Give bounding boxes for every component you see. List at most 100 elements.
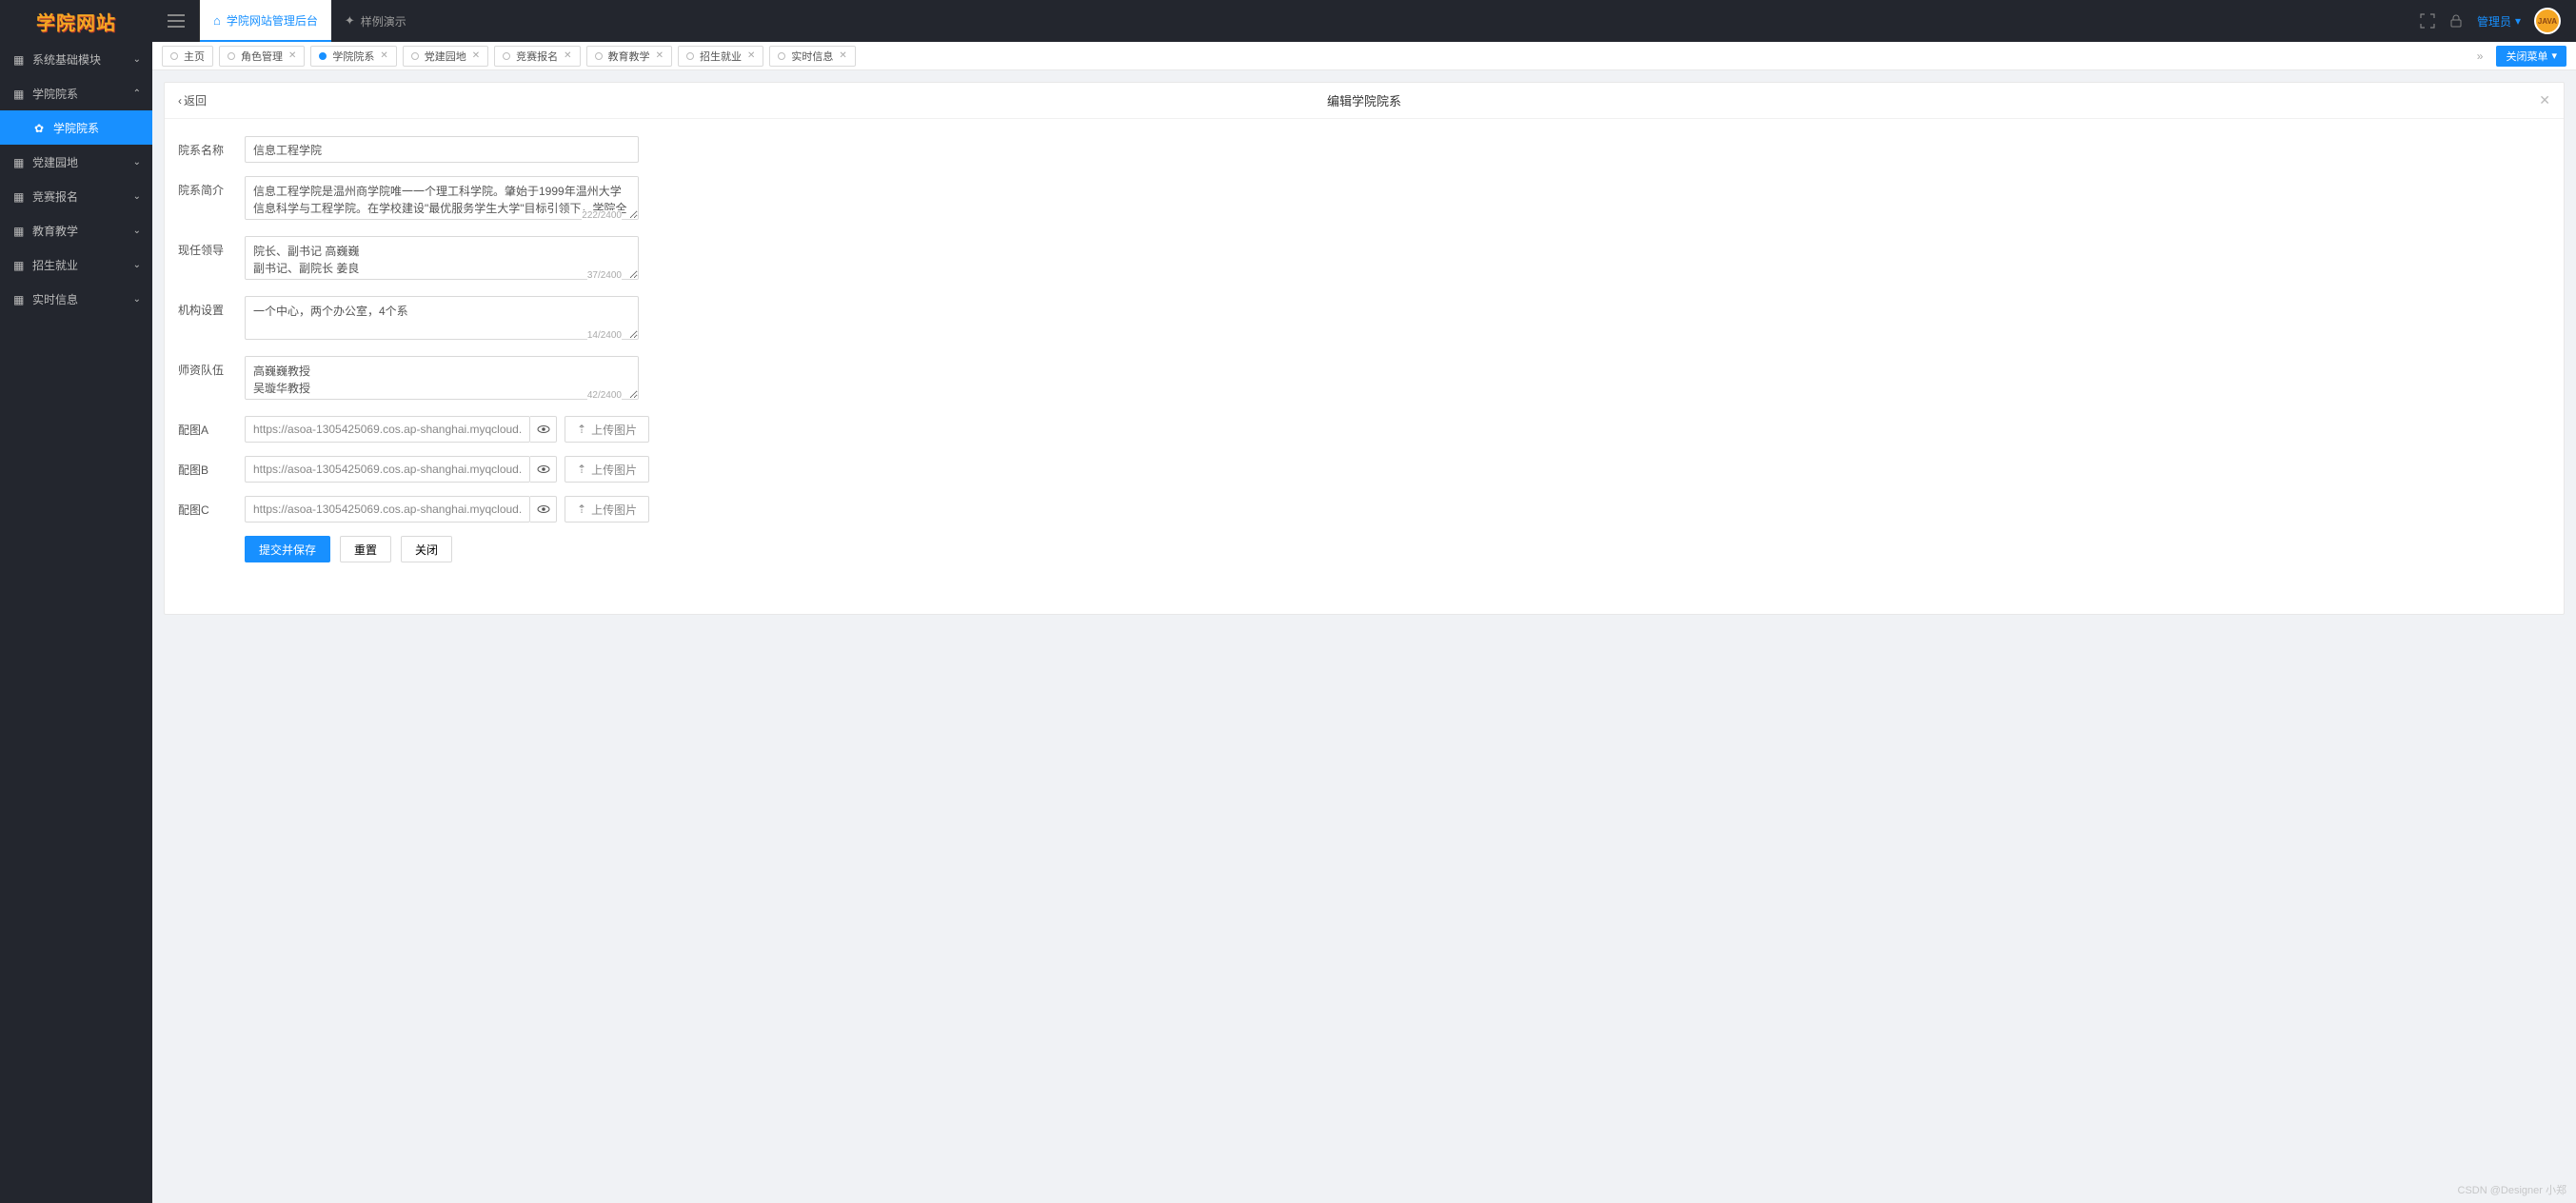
chevron-down-icon: ⌄ [133,226,141,236]
page-tab-department[interactable]: 学院院系 ✕ [310,46,396,67]
fullscreen-icon[interactable] [2420,13,2435,29]
imgB-input[interactable] [245,456,530,483]
grid-icon: ▦ [13,259,25,270]
watermark: CSDN @Designer 小郑 [2458,1182,2566,1197]
sidebar-item-label: 学院院系 [53,120,99,136]
back-button[interactable]: ‹ 返回 [178,92,207,108]
close-icon[interactable]: ✕ [288,50,296,61]
grid-icon: ▦ [13,53,25,65]
page-tab-label: 竞赛报名 [516,49,558,64]
gear-icon: ✿ [34,122,46,133]
top-tab-admin[interactable]: ⌂ 学院网站管理后台 [200,0,331,42]
close-icon[interactable]: ✕ [839,50,846,61]
tab-dot-icon [170,52,178,60]
close-button[interactable]: 关闭 [401,536,452,562]
sidebar-item-label: 招生就业 [32,257,78,273]
grid-icon: ▦ [13,88,25,99]
eye-icon [537,503,550,516]
upload-label: 上传图片 [591,422,637,438]
staff-count: 42/2400 [587,390,622,401]
intro-textarea[interactable] [245,176,639,220]
sidebar-item-education[interactable]: ▦ 教育教学 ⌄ [0,213,152,247]
edit-form: 院系名称 院系简介 222/2400 现任领导 [165,119,2564,580]
sidebar-item-label: 学院院系 [32,86,78,102]
page-tab-admission[interactable]: 招生就业 ✕ [678,46,763,67]
tab-dot-icon [228,52,235,60]
sidebar: ▦ 系统基础模块 ⌄ ▦ 学院院系 ⌃ ✿ 学院院系 ▦ 党建园地 ⌄ ▦ 竞赛… [0,42,152,1203]
imgA-preview-button[interactable] [530,416,557,443]
topbar-right: 管理员 ▾ JAVA [2420,0,2576,42]
page-tab-label: 主页 [184,49,205,64]
close-menu-button[interactable]: 关闭菜单 ▾ [2496,46,2566,67]
tab-dot-icon [503,52,510,60]
page-tab-label: 党建园地 [425,49,466,64]
sidebar-item-label: 系统基础模块 [32,51,101,68]
top-tabs: ⌂ 学院网站管理后台 ✦ 样例演示 [200,0,420,42]
top-tab-demo[interactable]: ✦ 样例演示 [331,0,420,42]
sidebar-item-contest[interactable]: ▦ 竞赛报名 ⌄ [0,179,152,213]
page-tab-realtime[interactable]: 实时信息 ✕ [769,46,855,67]
chevron-up-icon: ⌃ [133,89,141,99]
staff-textarea[interactable] [245,356,639,400]
page-tab-label: 招生就业 [700,49,742,64]
chevron-down-icon: ⌄ [133,294,141,305]
page-tab-home[interactable]: 主页 [162,46,213,67]
tab-dot-icon [319,52,327,60]
page-tab-label: 学院院系 [332,49,374,64]
imgA-upload-button[interactable]: ⇡上传图片 [565,416,649,443]
sidebar-item-party[interactable]: ▦ 党建园地 ⌄ [0,145,152,179]
upload-icon: ⇡ [577,463,586,476]
page-tab-contest[interactable]: 竞赛报名 ✕ [494,46,580,67]
close-icon[interactable]: ✕ [380,50,387,61]
tab-dot-icon [595,52,603,60]
page-tab-party[interactable]: 党建园地 ✕ [403,46,488,67]
hamburger-icon [168,14,185,28]
close-menu-label: 关闭菜单 [2506,49,2547,64]
imgC-upload-button[interactable]: ⇡上传图片 [565,496,649,523]
page-tabs: 主页 角色管理✕ 学院院系 ✕ 党建园地 ✕ 竞赛报名 ✕ 教育教学✕ 招生就业 ✕ 实… [152,42,2576,70]
imgC-preview-button[interactable] [530,496,557,523]
imgB-preview-button[interactable] [530,456,557,483]
grid-icon: ▦ [13,156,25,168]
tab-dot-icon [778,52,785,60]
admin-dropdown[interactable]: 管理员 ▾ [2477,13,2521,30]
leader-textarea[interactable] [245,236,639,280]
tabs-scroll-icon[interactable]: » [2469,49,2491,63]
sidebar-item-department[interactable]: ▦ 学院院系 ⌃ [0,76,152,110]
panel-close-button[interactable]: ✕ [2539,92,2550,108]
tab-dot-icon [411,52,419,60]
lock-icon[interactable] [2448,13,2464,29]
upload-icon: ⇡ [577,503,586,516]
page-tab-education[interactable]: 教育教学✕ [586,46,672,67]
sidebar-item-label: 党建园地 [32,154,78,170]
chevron-down-icon: ⌄ [133,260,141,270]
sidebar-item-system[interactable]: ▦ 系统基础模块 ⌄ [0,42,152,76]
close-icon[interactable]: ✕ [747,50,755,61]
page-tab-role[interactable]: 角色管理✕ [219,46,305,67]
imgC-input[interactable] [245,496,530,523]
sidebar-item-admission[interactable]: ▦ 招生就业 ⌄ [0,247,152,282]
avatar[interactable]: JAVA [2534,8,2561,34]
main: 主页 角色管理✕ 学院院系 ✕ 党建园地 ✕ 竞赛报名 ✕ 教育教学✕ 招生就业 ✕ 实… [152,42,2576,1203]
grid-icon: ▦ [13,190,25,202]
imgA-input[interactable] [245,416,530,443]
close-icon[interactable]: ✕ [564,50,571,61]
sidebar-item-realtime[interactable]: ▦ 实时信息 ⌄ [0,282,152,316]
org-textarea[interactable] [245,296,639,340]
sidebar-toggle[interactable] [152,0,200,42]
chevron-down-icon: ⌄ [133,157,141,168]
sidebar-item-label: 竞赛报名 [32,188,78,205]
name-input[interactable] [245,136,639,163]
edit-panel: ‹ 返回 编辑学院院系 ✕ 院系名称 院系简介 [164,82,2565,615]
close-icon[interactable]: ✕ [656,50,664,61]
sparkle-icon: ✦ [345,13,355,29]
chevron-down-icon: ⌄ [133,191,141,202]
imgB-upload-button[interactable]: ⇡上传图片 [565,456,649,483]
name-label: 院系名称 [178,136,245,158]
sidebar-item-department-sub[interactable]: ✿ 学院院系 [0,110,152,145]
page-tab-label: 实时信息 [791,49,833,64]
reset-button[interactable]: 重置 [340,536,391,562]
intro-label: 院系简介 [178,176,245,198]
close-icon[interactable]: ✕ [472,50,480,61]
submit-button[interactable]: 提交并保存 [245,536,330,562]
